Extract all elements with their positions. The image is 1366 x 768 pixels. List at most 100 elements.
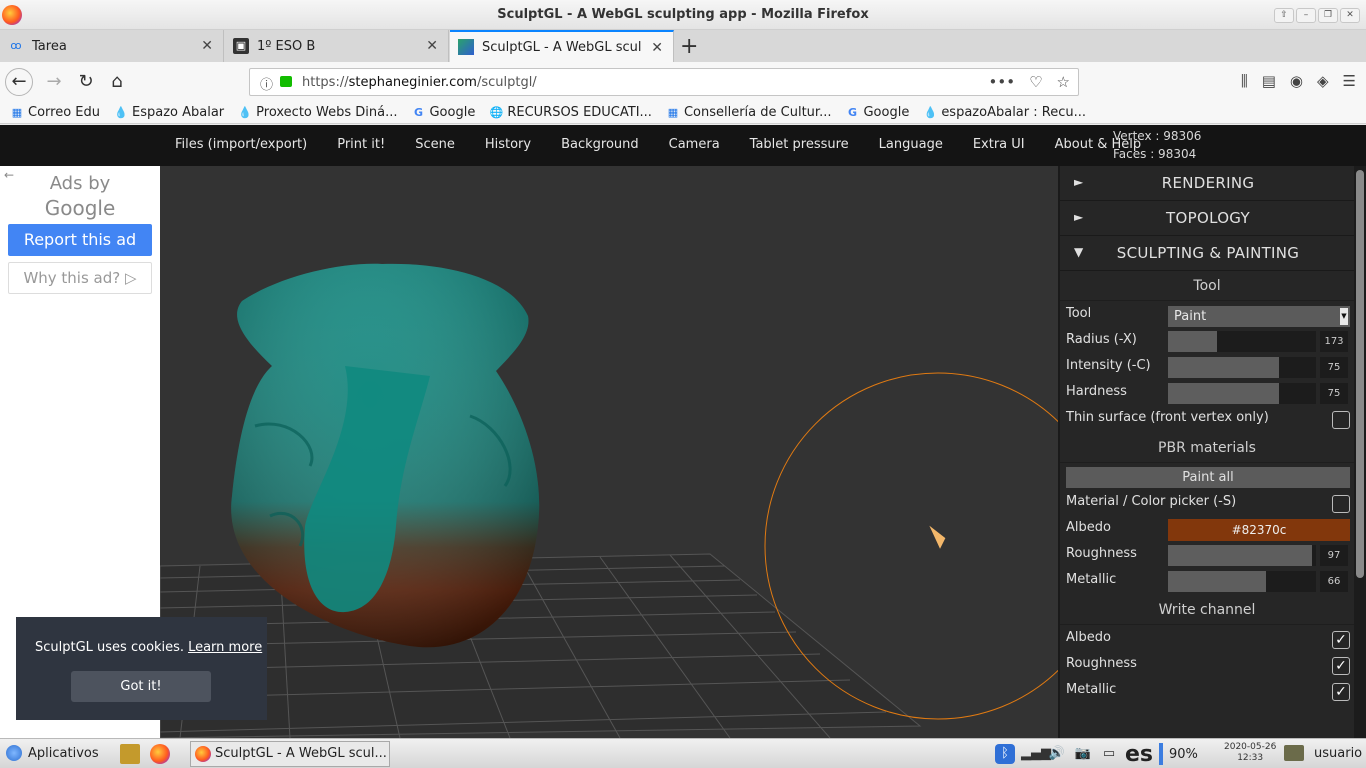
menu-files[interactable]: Files (import/export) xyxy=(175,137,307,152)
new-tab-button[interactable]: + xyxy=(680,34,698,59)
metallic-slider[interactable]: 66 xyxy=(1168,571,1348,592)
write-metallic-row: Metallic ✓ xyxy=(1060,677,1354,703)
mesh-stats: Vertex : 98306 Faces : 98304 xyxy=(1113,127,1201,163)
write-albedo-checkbox[interactable]: ✓ xyxy=(1332,631,1350,649)
thin-surface-checkbox[interactable] xyxy=(1332,411,1350,429)
applications-icon xyxy=(6,745,22,761)
color-picker-checkbox[interactable] xyxy=(1332,495,1350,513)
bookmark-conselleria[interactable]: ▦ Consellería de Cultur... xyxy=(666,102,832,123)
minimize-button[interactable]: – xyxy=(1296,8,1316,23)
report-ad-button[interactable]: Report this ad xyxy=(8,224,152,256)
info-icon[interactable]: ⓘ xyxy=(260,74,273,93)
file-manager-icon[interactable] xyxy=(120,744,140,764)
library-icon[interactable]: ⫼ xyxy=(1241,72,1248,90)
user-menu[interactable]: usuario xyxy=(1284,745,1362,761)
menu-tablet-pressure[interactable]: Tablet pressure xyxy=(750,137,849,152)
radius-slider[interactable]: 173 xyxy=(1168,331,1348,352)
close-icon[interactable]: ✕ xyxy=(426,38,438,54)
close-icon[interactable]: ✕ xyxy=(201,38,213,54)
close-icon[interactable]: ✕ xyxy=(651,40,663,56)
intensity-slider[interactable]: 75 xyxy=(1168,357,1348,378)
battery-percent: 90% xyxy=(1169,746,1198,762)
drupal-icon: 💧 xyxy=(114,105,128,119)
write-roughness-checkbox[interactable]: ✓ xyxy=(1332,657,1350,675)
albedo-color-picker[interactable]: #82370c xyxy=(1168,519,1350,541)
cookie-banner: SculptGL uses cookies. Learn more Got it! xyxy=(16,617,267,720)
sidebar-icon[interactable]: ▤ xyxy=(1262,72,1276,90)
home-button[interactable]: ⌂ xyxy=(103,68,131,96)
firefox-launcher-icon[interactable] xyxy=(150,744,170,764)
applications-menu[interactable]: Aplicativos xyxy=(6,745,99,761)
intensity-value[interactable]: 75 xyxy=(1320,357,1348,378)
hardness-row: Hardness 75 xyxy=(1060,379,1354,405)
scroll-up-icon[interactable]: ⇧ xyxy=(1274,8,1294,23)
menu-print[interactable]: Print it! xyxy=(337,137,385,152)
classroom-icon: ꝏ xyxy=(10,39,22,52)
menu-camera[interactable]: Camera xyxy=(669,137,720,152)
drive-icon[interactable]: ▭ xyxy=(1099,744,1119,764)
3d-viewport[interactable] xyxy=(160,166,1058,738)
restore-button[interactable]: ❐ xyxy=(1318,8,1338,23)
menu-language[interactable]: Language xyxy=(879,137,943,152)
tab-tarea[interactable]: ꝏ Tarea ✕ xyxy=(0,30,224,62)
hardness-slider[interactable]: 75 xyxy=(1168,383,1348,404)
screenshot-icon[interactable]: 📷 xyxy=(1073,744,1093,764)
learn-more-link[interactable]: Learn more xyxy=(188,640,262,655)
taskbar-window-firefox[interactable]: SculptGL - A WebGL scul... xyxy=(190,741,390,767)
volume-icon[interactable]: 🔊 xyxy=(1047,744,1067,764)
section-topology[interactable]: ► TOPOLOGY xyxy=(1060,201,1354,236)
menu-scene[interactable]: Scene xyxy=(415,137,455,152)
bookmark-recursos[interactable]: 🌐 RECURSOS EDUCATI... xyxy=(489,102,651,123)
drupal-icon: 💧 xyxy=(923,105,938,119)
got-it-button[interactable]: Got it! xyxy=(71,671,211,702)
roughness-value[interactable]: 97 xyxy=(1320,545,1348,566)
panel-scrollbar[interactable] xyxy=(1354,166,1366,738)
google-icon: G xyxy=(413,105,423,119)
bookmark-espazoabalar[interactable]: 💧 espazoAbalar : Recu... xyxy=(923,102,1086,123)
bookmark-google-2[interactable]: G Google xyxy=(845,102,909,123)
radius-value[interactable]: 173 xyxy=(1320,331,1348,352)
tab-sculptgl[interactable]: SculptGL - A WebGL sculp ✕ xyxy=(450,30,674,62)
bookmark-correo[interactable]: ▦ Correo Edu xyxy=(10,102,100,123)
url-bar[interactable]: ⓘ https://stephaneginier.com/sculptgl/ •… xyxy=(249,68,1079,96)
section-rendering[interactable]: ► RENDERING xyxy=(1060,166,1354,201)
bookmark-proxecto[interactable]: 💧 Proxecto Webs Diná... xyxy=(238,102,397,123)
bookmark-star-icon[interactable]: ☆ xyxy=(1057,73,1070,91)
why-this-ad-button[interactable]: Why this ad? ▷ xyxy=(8,262,152,294)
roughness-slider[interactable]: 97 xyxy=(1168,545,1348,566)
account-icon[interactable]: ◉ xyxy=(1290,72,1303,90)
globe-icon: 🌐 xyxy=(489,105,504,119)
hamburger-menu-icon[interactable]: ☰ xyxy=(1343,72,1356,90)
menu-background[interactable]: Background xyxy=(561,137,639,152)
paint-all-row: Paint all xyxy=(1060,463,1354,489)
tab-label: SculptGL - A WebGL sculp xyxy=(482,39,642,55)
tab-eso[interactable]: ▣ 1º ESO B ✕ xyxy=(225,30,449,62)
pocket-icon[interactable]: ♡ xyxy=(1029,73,1042,91)
bookmark-abalar[interactable]: 💧 Espazo Abalar xyxy=(114,102,224,123)
keyboard-layout-indicator[interactable]: es xyxy=(1125,742,1153,767)
scrollbar-thumb[interactable] xyxy=(1356,170,1364,578)
back-button[interactable]: ← xyxy=(5,68,33,96)
clock[interactable]: 2020-05-26 12:33 xyxy=(1224,742,1276,764)
sculpted-mesh[interactable] xyxy=(231,263,540,648)
intensity-row: Intensity (-C) 75 xyxy=(1060,353,1354,379)
forward-button[interactable]: → xyxy=(40,68,68,96)
reload-button[interactable]: ↻ xyxy=(72,68,100,96)
menu-extra-ui[interactable]: Extra UI xyxy=(973,137,1025,152)
paint-all-button[interactable]: Paint all xyxy=(1066,467,1350,488)
network-signal-icon[interactable]: ▂▄▆ xyxy=(1021,744,1051,764)
extensions-icon[interactable]: ◈ xyxy=(1317,72,1329,90)
close-window-button[interactable]: ✕ xyxy=(1340,8,1360,23)
user-icon xyxy=(1284,745,1304,761)
tool-select[interactable]: Paint ▼ xyxy=(1168,306,1350,327)
menu-history[interactable]: History xyxy=(485,137,531,152)
sculptgl-icon xyxy=(458,39,474,55)
bookmark-google[interactable]: G Google xyxy=(411,102,475,123)
write-metallic-checkbox[interactable]: ✓ xyxy=(1332,683,1350,701)
metallic-value[interactable]: 66 xyxy=(1320,571,1348,592)
system-taskbar: Aplicativos SculptGL - A WebGL scul... ᛒ… xyxy=(0,738,1366,768)
section-sculpting-painting[interactable]: ▼ SCULPTING & PAINTING xyxy=(1060,236,1354,271)
hardness-value[interactable]: 75 xyxy=(1320,383,1348,404)
page-actions-icon[interactable]: ••• xyxy=(989,73,1016,91)
bluetooth-icon[interactable]: ᛒ xyxy=(995,744,1015,764)
